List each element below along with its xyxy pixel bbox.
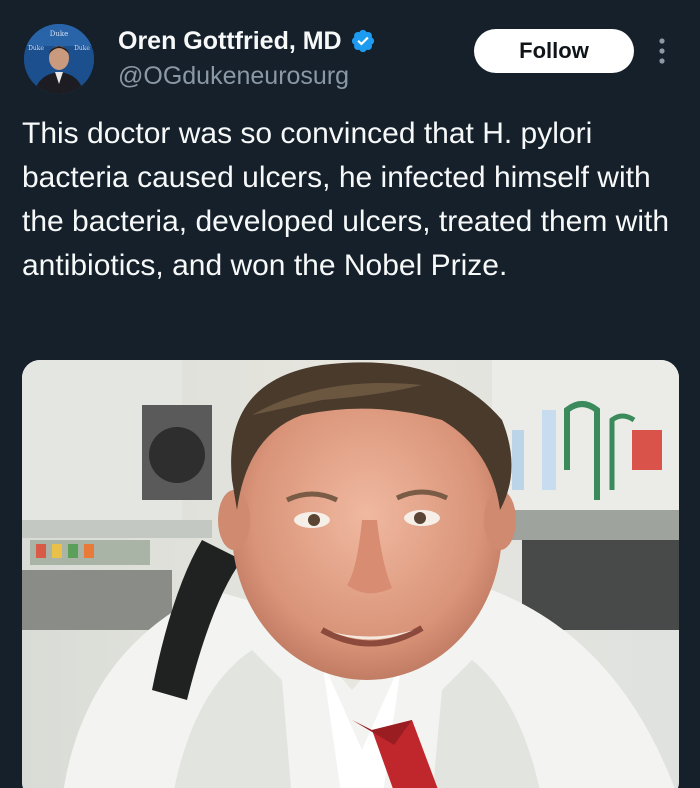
author-info: Oren Gottfried, MD @OGdukeneurosurg bbox=[118, 24, 376, 91]
svg-text:Duke: Duke bbox=[74, 45, 90, 52]
svg-text:Duke: Duke bbox=[50, 30, 69, 38]
tweet-text: This doctor was so convinced that H. pyl… bbox=[22, 117, 670, 282]
svg-text:Duke: Duke bbox=[28, 45, 44, 52]
tweet-media-photo[interactable] bbox=[22, 360, 679, 788]
name-row: Oren Gottfried, MD bbox=[118, 24, 376, 58]
author-avatar[interactable]: Duke Duke Duke bbox=[24, 24, 94, 94]
follow-button[interactable]: Follow bbox=[474, 29, 634, 73]
author-handle[interactable]: @OGdukeneurosurg bbox=[118, 62, 376, 91]
photo-doctor-in-lab-icon bbox=[22, 360, 679, 788]
tweet-card: Duke Duke Duke Oren Gottfried, MD @OGduk… bbox=[0, 0, 700, 788]
more-vertical-icon[interactable] bbox=[652, 34, 672, 68]
author-display-name[interactable]: Oren Gottfried, MD bbox=[118, 27, 342, 56]
verified-badge-icon bbox=[351, 29, 374, 53]
avatar-photo-icon: Duke Duke Duke bbox=[24, 24, 94, 94]
